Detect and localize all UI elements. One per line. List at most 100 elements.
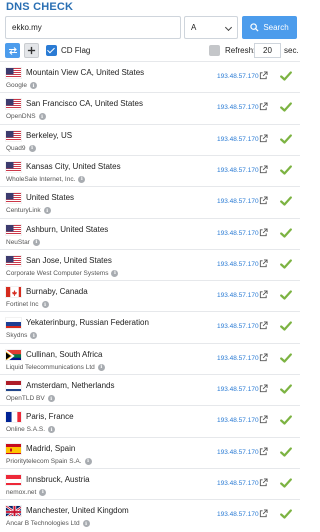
external-link-icon[interactable] bbox=[259, 227, 268, 237]
server-isp-name: nemox.net bbox=[6, 488, 37, 496]
server-location: Ashburn, United States bbox=[26, 224, 109, 234]
server-isp-name: Prioritytelecom Spain S.A. bbox=[6, 457, 82, 465]
resolved-ip-link[interactable]: 193.48.57.170 bbox=[217, 198, 259, 205]
flag-za-icon bbox=[5, 348, 22, 361]
external-link-icon[interactable] bbox=[259, 259, 268, 268]
check-icon bbox=[280, 321, 292, 331]
server-location: Yekaterinburg, Russian Federation bbox=[26, 318, 149, 328]
chevron-down-icon bbox=[224, 23, 233, 32]
resolved-ip-link[interactable]: 193.48.57.170 bbox=[217, 386, 259, 393]
flag-us-icon bbox=[5, 160, 22, 173]
info-icon[interactable]: i bbox=[97, 363, 105, 371]
server-isp: OpenTLD BV i bbox=[6, 395, 55, 402]
flag-us-icon bbox=[5, 223, 22, 236]
info-icon[interactable]: i bbox=[48, 426, 56, 434]
flag-us-icon bbox=[5, 129, 22, 142]
cd-flag-label: CD Flag bbox=[61, 46, 91, 55]
server-isp: OpenDNS i bbox=[6, 113, 46, 121]
resolved-ip-link[interactable]: 193.48.57.170 bbox=[217, 449, 259, 456]
record-type-value: A bbox=[191, 23, 197, 32]
server-isp: Quad9 i bbox=[6, 144, 36, 152]
external-link-icon[interactable] bbox=[259, 415, 268, 424]
server-isp-name: OpenDNS bbox=[6, 113, 36, 121]
check-icon bbox=[280, 353, 292, 363]
info-icon[interactable]: i bbox=[78, 175, 86, 183]
external-link-icon[interactable] bbox=[259, 134, 268, 143]
external-link-icon[interactable] bbox=[259, 509, 268, 518]
server-row: Cullinan, South Africa Liquid Telecommuni… bbox=[0, 342, 300, 374]
info-icon[interactable]: i bbox=[30, 332, 38, 340]
resolved-ip-link[interactable]: 193.48.57.170 bbox=[217, 73, 259, 80]
refresh-button[interactable] bbox=[5, 43, 20, 58]
info-icon[interactable]: i bbox=[39, 488, 47, 496]
server-row: Berkeley, US Quad9 i 193.48.57.170 bbox=[0, 123, 300, 155]
info-icon[interactable]: i bbox=[29, 82, 37, 89]
refresh-checkbox[interactable] bbox=[209, 45, 220, 56]
server-row: Yekaterinburg, Russian Federation Skydns i… bbox=[0, 311, 300, 342]
server-isp-name: NeuStar bbox=[6, 238, 30, 246]
info-icon[interactable]: i bbox=[32, 238, 40, 246]
add-server-button[interactable] bbox=[24, 43, 39, 58]
search-bar: A Search bbox=[5, 16, 297, 39]
info-icon[interactable]: i bbox=[38, 113, 46, 121]
cd-flag-checkbox[interactable] bbox=[46, 45, 57, 56]
server-isp-name: Liquid Telecommunications Ltd bbox=[6, 363, 95, 371]
resolved-ip-link[interactable]: 193.48.57.170 bbox=[217, 136, 259, 143]
resolved-ip-link[interactable]: 193.48.57.170 bbox=[217, 104, 259, 111]
flag-us-icon bbox=[5, 254, 22, 267]
resolved-ip-link[interactable]: 193.48.57.170 bbox=[217, 292, 259, 299]
info-icon[interactable]: i bbox=[43, 207, 51, 215]
resolved-ip-link[interactable]: 193.48.57.170 bbox=[217, 417, 259, 424]
resolved-ip-link[interactable]: 193.48.57.170 bbox=[217, 230, 259, 237]
external-link-icon[interactable] bbox=[259, 102, 268, 111]
refresh-interval-input[interactable] bbox=[254, 43, 281, 58]
domain-input[interactable] bbox=[5, 16, 181, 39]
server-isp: Prioritytelecom Spain S.A. i bbox=[6, 457, 92, 465]
server-location: Mountain View CA, United States bbox=[26, 68, 145, 77]
external-link-icon[interactable] bbox=[259, 384, 268, 393]
server-row: Kansas City, United States WholeSale Inte… bbox=[0, 154, 300, 186]
external-link-icon[interactable] bbox=[259, 71, 268, 80]
external-link-icon[interactable] bbox=[259, 478, 268, 487]
info-icon[interactable]: i bbox=[41, 301, 49, 309]
flag-gb-icon bbox=[5, 505, 22, 518]
search-button[interactable]: Search bbox=[242, 16, 297, 39]
search-icon bbox=[250, 23, 259, 32]
resolved-ip-link[interactable]: 193.48.57.170 bbox=[217, 261, 259, 268]
options-bar: CD Flag Refresh: sec. bbox=[5, 43, 299, 59]
server-isp: Online S.A.S. i bbox=[6, 426, 56, 434]
info-icon[interactable]: i bbox=[47, 395, 55, 402]
flag-at-icon bbox=[5, 473, 22, 486]
external-link-icon[interactable] bbox=[259, 447, 268, 456]
flag-es-icon bbox=[5, 442, 22, 455]
resolved-ip-link[interactable]: 193.48.57.170 bbox=[217, 480, 259, 487]
server-location: Innsbruck, Austria bbox=[26, 474, 90, 484]
flag-ca-icon bbox=[5, 286, 22, 299]
flag-fr-icon bbox=[5, 411, 22, 424]
external-link-icon[interactable] bbox=[259, 321, 268, 330]
server-row: Innsbruck, Austria nemox.net i 193.48.57.17… bbox=[0, 467, 300, 499]
resolved-ip-link[interactable]: 193.48.57.170 bbox=[217, 323, 259, 330]
server-isp-name: Quad9 bbox=[6, 144, 26, 152]
check-icon bbox=[280, 165, 292, 175]
server-isp: Google i bbox=[6, 82, 37, 89]
resolved-ip-link[interactable]: 193.48.57.170 bbox=[217, 511, 259, 518]
server-row: Mountain View CA, United States Google i 19… bbox=[0, 61, 300, 92]
resolved-ip-link[interactable]: 193.48.57.170 bbox=[217, 167, 259, 174]
resolved-ip-link[interactable]: 193.48.57.170 bbox=[217, 355, 259, 362]
external-link-icon[interactable] bbox=[259, 165, 268, 174]
server-location: United States bbox=[26, 193, 75, 203]
info-icon[interactable]: i bbox=[84, 457, 92, 465]
info-icon[interactable]: i bbox=[82, 520, 90, 528]
info-icon[interactable]: i bbox=[28, 144, 36, 152]
server-isp-name: OpenTLD BV bbox=[6, 395, 45, 402]
server-row: Burnaby, Canada Fortinet Inc i 193.48.57.17… bbox=[0, 280, 300, 311]
record-type-select[interactable]: A bbox=[184, 16, 238, 39]
server-isp: Fortinet Inc i bbox=[6, 301, 49, 309]
info-icon[interactable]: i bbox=[111, 269, 119, 277]
external-link-icon[interactable] bbox=[259, 353, 268, 362]
check-icon bbox=[280, 196, 292, 206]
server-isp-name: Corporate West Computer Systems bbox=[6, 269, 109, 277]
external-link-icon[interactable] bbox=[259, 196, 268, 205]
external-link-icon[interactable] bbox=[259, 290, 268, 299]
